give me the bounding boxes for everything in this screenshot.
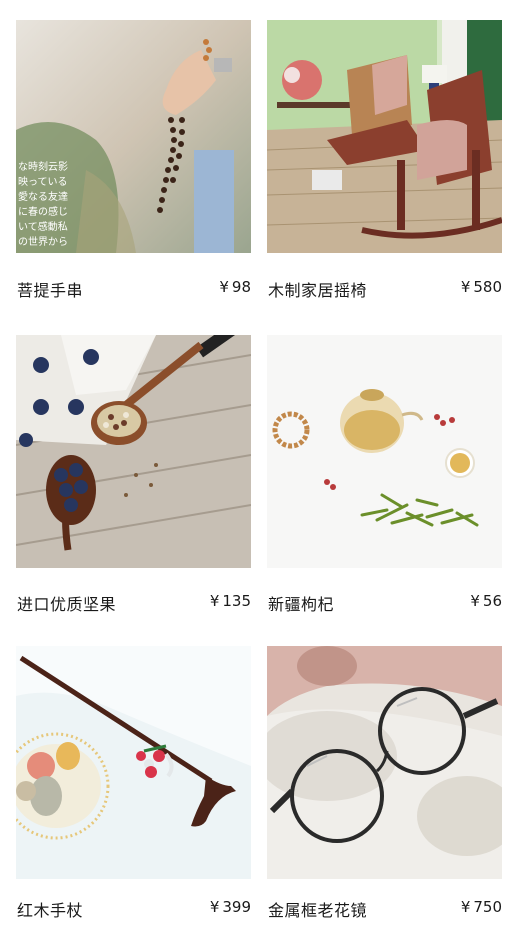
currency-symbol: ¥ bbox=[209, 898, 220, 916]
product-name: 红木手杖 bbox=[17, 901, 84, 920]
currency-symbol: ¥ bbox=[460, 278, 471, 296]
product-card[interactable]: 金属框老花镜 ¥750 bbox=[267, 646, 502, 921]
product-image[interactable] bbox=[16, 646, 251, 879]
product-image[interactable]: な時刻云影 映っている 愛なる友達 に春の感じ いて感動私 の世界から bbox=[16, 20, 251, 253]
product-name: 金属框老花镜 bbox=[268, 901, 368, 920]
product-price: ¥135 bbox=[210, 592, 251, 610]
walking-cane-photo-icon bbox=[16, 646, 251, 879]
product-image[interactable] bbox=[267, 20, 502, 253]
product-name: 进口优质坚果 bbox=[17, 595, 117, 614]
currency-symbol: ¥ bbox=[460, 898, 471, 916]
product-name: 新疆枸杞 bbox=[268, 595, 335, 614]
product-card[interactable]: 进口优质坚果 ¥135 bbox=[16, 335, 251, 620]
rocking-chair-photo-icon bbox=[267, 20, 502, 253]
product-card[interactable]: 红木手杖 ¥399 bbox=[16, 646, 251, 921]
svg-text:映っている: 映っている bbox=[18, 176, 68, 188]
currency-symbol: ¥ bbox=[219, 278, 229, 296]
price-value: 399 bbox=[222, 898, 251, 916]
product-grid: な時刻云影 映っている 愛なる友達 に春の感じ いて感動私 の世界から 菩提手串… bbox=[0, 0, 520, 925]
svg-text:愛なる友達: 愛なる友達 bbox=[18, 190, 68, 203]
svg-text:な時刻云影: な時刻云影 bbox=[18, 160, 68, 173]
svg-text:いて感動私: いて感動私 bbox=[18, 220, 68, 233]
currency-symbol: ¥ bbox=[470, 592, 480, 610]
wolfberry-tea-photo-icon bbox=[267, 335, 502, 568]
price-value: 56 bbox=[482, 592, 502, 610]
product-card[interactable]: 木制家居摇椅 ¥580 bbox=[267, 20, 502, 305]
product-image[interactable] bbox=[267, 335, 502, 568]
product-card[interactable]: な時刻云影 映っている 愛なる友達 に春の感じ いて感動私 の世界から 菩提手串… bbox=[16, 20, 251, 305]
product-price: ¥580 bbox=[461, 278, 502, 296]
svg-text:の世界から: の世界から bbox=[18, 236, 68, 248]
product-price: ¥750 bbox=[461, 898, 502, 916]
product-price: ¥56 bbox=[470, 592, 502, 610]
product-image[interactable] bbox=[267, 646, 502, 879]
product-card[interactable]: 新疆枸杞 ¥56 bbox=[267, 335, 502, 620]
price-value: 750 bbox=[473, 898, 502, 916]
nuts-spoon-photo-icon bbox=[16, 335, 251, 568]
prayer-beads-photo-icon: な時刻云影 映っている 愛なる友達 に春の感じ いて感動私 の世界から bbox=[16, 20, 251, 253]
price-value: 98 bbox=[231, 278, 251, 296]
price-value: 580 bbox=[473, 278, 502, 296]
svg-text:に春の感じ: に春の感じ bbox=[18, 205, 68, 218]
product-name: 木制家居摇椅 bbox=[268, 281, 368, 300]
product-name: 菩提手串 bbox=[17, 281, 84, 300]
reading-glasses-photo-icon bbox=[267, 646, 502, 879]
product-price: ¥399 bbox=[210, 898, 251, 916]
product-image[interactable] bbox=[16, 335, 251, 568]
price-value: 135 bbox=[222, 592, 251, 610]
currency-symbol: ¥ bbox=[209, 592, 220, 610]
product-price: ¥98 bbox=[219, 278, 251, 296]
